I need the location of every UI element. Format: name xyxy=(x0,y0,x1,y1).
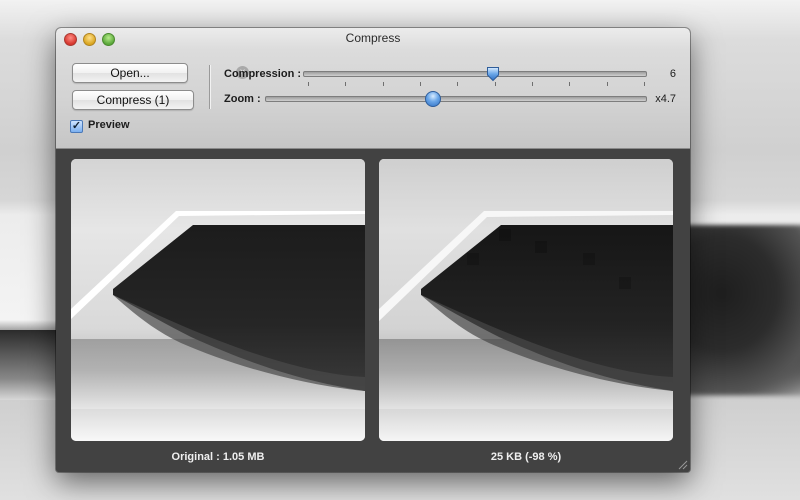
window-toolbar: Compress Open... × Compress (1) ✓ Previe… xyxy=(56,28,690,149)
compression-label: Compression : xyxy=(224,68,302,80)
original-size-caption: Original : 1.05 MB xyxy=(171,451,265,463)
compressed-image xyxy=(379,159,673,441)
compressed-image-panel xyxy=(379,159,673,441)
checkmark-icon: ✓ xyxy=(71,120,82,132)
preview-label: Preview xyxy=(88,119,130,131)
desktop-blur-shadow xyxy=(0,330,60,400)
compress-button[interactable]: Compress (1) xyxy=(72,90,194,110)
original-image-panel xyxy=(71,159,365,441)
compression-tick xyxy=(383,82,384,86)
original-image xyxy=(71,159,365,441)
compression-tick xyxy=(420,82,421,86)
toolbar-separator xyxy=(209,65,210,109)
compression-tick xyxy=(607,82,608,86)
compression-value: 6 xyxy=(669,68,676,80)
desktop-blur-object xyxy=(680,225,800,395)
zoom-value: x4.7 xyxy=(655,93,676,105)
compression-tick xyxy=(457,82,458,86)
compressed-size-caption: 25 KB (-98 %) xyxy=(490,451,562,463)
compression-slider-track[interactable] xyxy=(303,71,647,77)
compress-window: Compress Open... × Compress (1) ✓ Previe… xyxy=(56,28,690,472)
compression-tick xyxy=(308,82,309,86)
compression-tick xyxy=(532,82,533,86)
preview-checkbox[interactable]: ✓ xyxy=(70,120,83,133)
compression-tick xyxy=(495,82,496,86)
open-button[interactable]: Open... xyxy=(72,63,188,83)
window-title: Compress xyxy=(345,31,401,45)
resize-grip-icon[interactable] xyxy=(678,460,688,470)
zoom-label: Zoom : xyxy=(224,93,261,105)
zoom-slider-track[interactable] xyxy=(265,96,647,102)
compression-tick xyxy=(644,82,645,86)
compression-tick xyxy=(345,82,346,86)
preview-area: Original : 1.05 MB 25 KB (-98 %) xyxy=(56,149,690,472)
compression-tick xyxy=(569,82,570,86)
compression-slider-knob[interactable] xyxy=(486,66,500,82)
zoom-slider-knob[interactable] xyxy=(425,91,441,107)
